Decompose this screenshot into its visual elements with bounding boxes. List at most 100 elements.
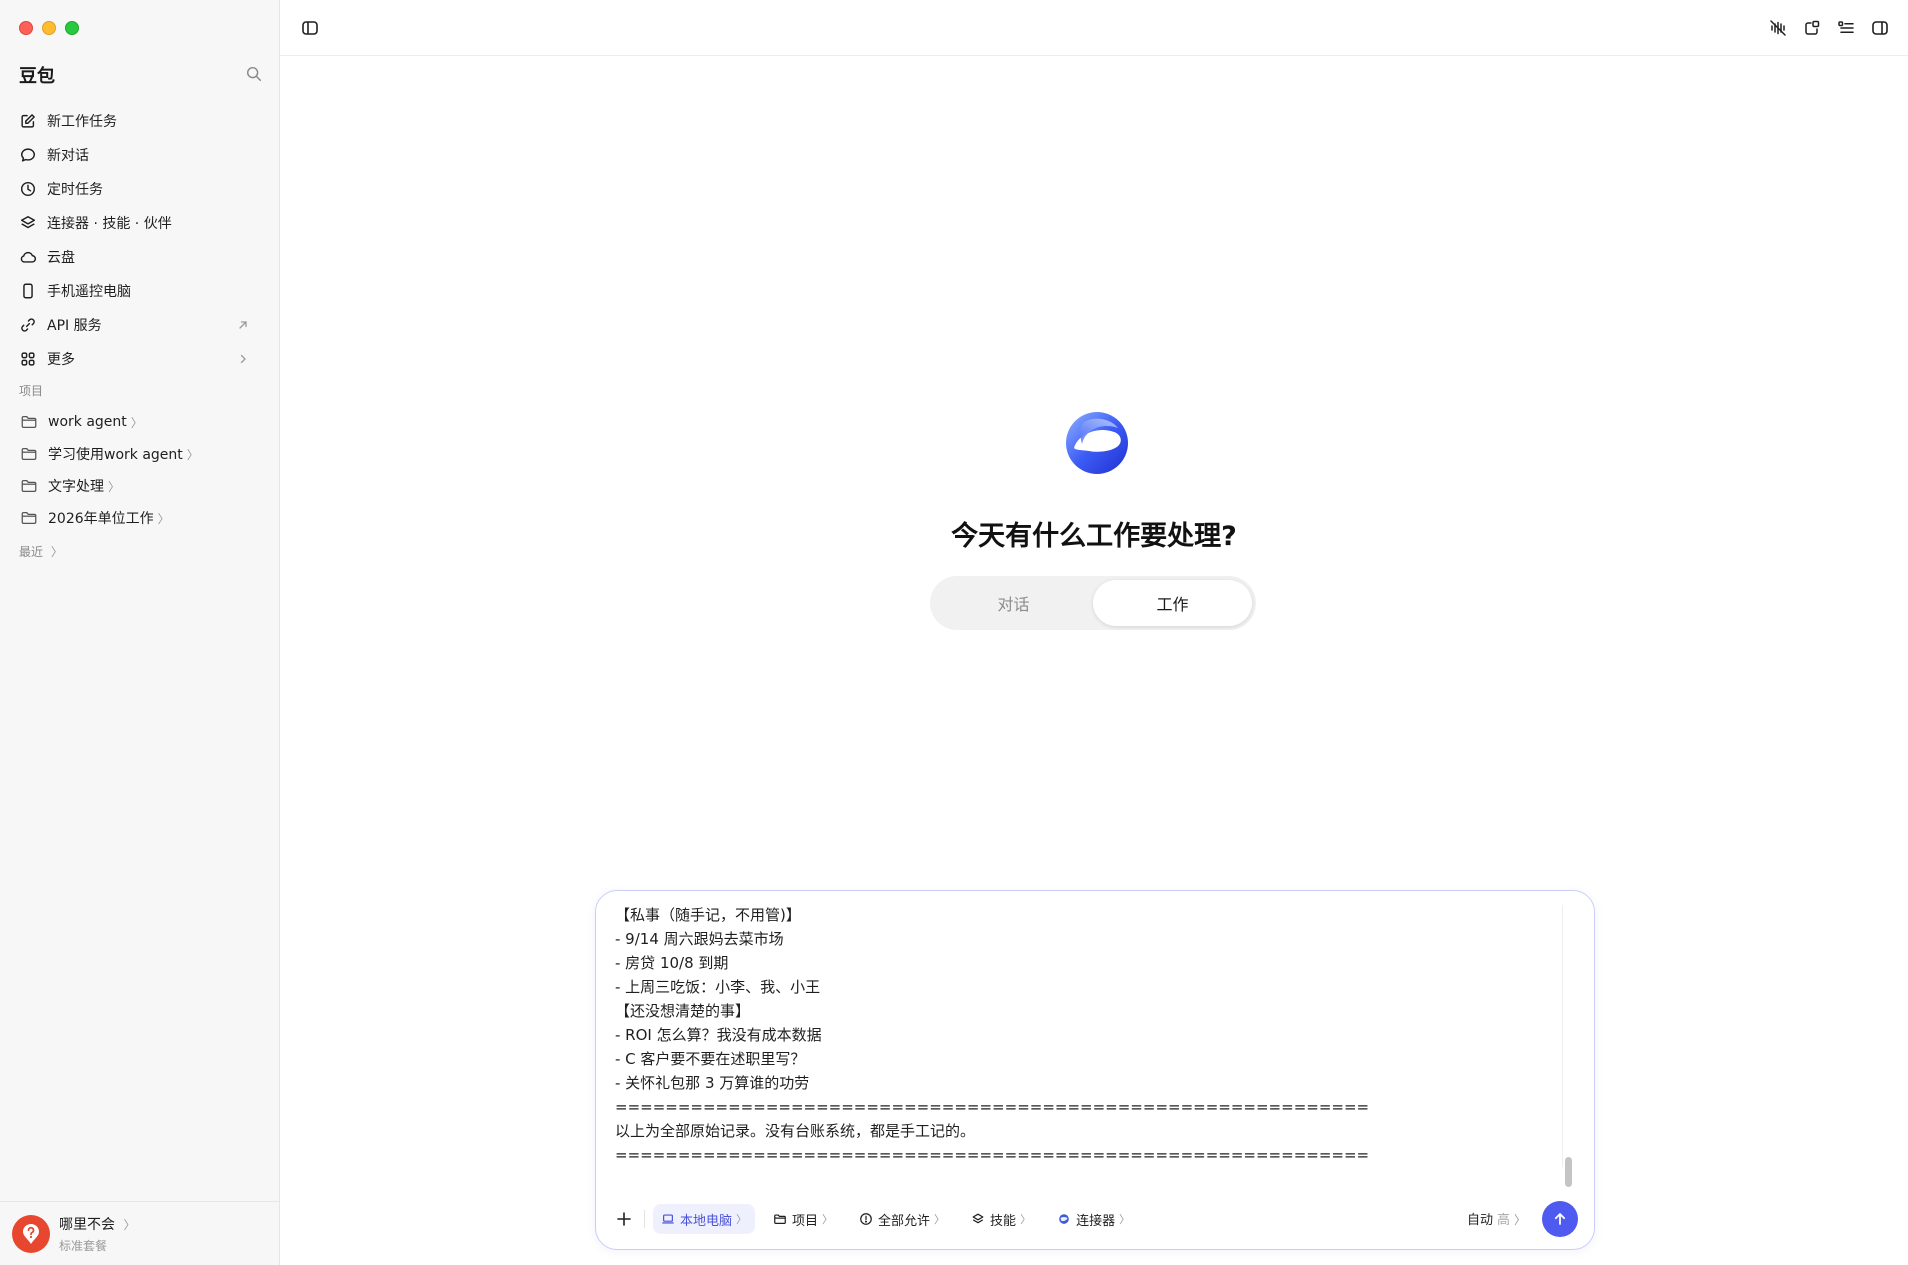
user-plan: 标准套餐	[59, 1238, 108, 1253]
chip-local-computer[interactable]: 本地电脑 〉	[653, 1204, 756, 1234]
projects-section-label: 项目	[19, 384, 44, 398]
app-window: 豆包 新工作任务 新对话 定时任务 连接器 · 技能 · 伙伴 云盘 手机遥控电…	[0, 0, 1908, 1265]
nav-connectors-skills[interactable]: 连接器 · 技能 · 伙伴	[12, 206, 268, 240]
layers-icon	[20, 215, 36, 229]
project-label: 文字处理	[48, 479, 104, 495]
tab-work[interactable]: 工作	[1093, 580, 1252, 626]
nav-label: 手机遥控电脑	[47, 284, 131, 300]
chip-label: 项目	[792, 1213, 819, 1229]
project-item[interactable]: 文字处理 〉	[12, 470, 268, 502]
top-bar	[280, 0, 1908, 56]
input-scrollbar-thumb[interactable]	[1565, 1157, 1572, 1187]
edit-icon	[21, 114, 35, 128]
tab-chat[interactable]: 对话	[934, 580, 1093, 626]
chip-connectors[interactable]: 连接器 〉	[1049, 1204, 1138, 1234]
chevron-right-icon: 〉	[108, 479, 121, 494]
phone-icon	[23, 283, 33, 299]
clock-icon	[20, 181, 36, 197]
alert-circle-icon	[860, 1213, 872, 1225]
folder-icon	[21, 511, 37, 525]
chevron-right-icon: 〉	[123, 1217, 136, 1232]
nav-label: 云盘	[47, 250, 75, 266]
new-window-icon[interactable]	[1802, 18, 1822, 38]
minimize-window-button[interactable]	[42, 21, 56, 35]
nav-new-chat[interactable]: 新对话	[12, 138, 268, 172]
nav-label: 新工作任务	[47, 114, 117, 130]
layers-icon	[972, 1213, 984, 1224]
chevron-right-icon: 〉	[822, 1213, 834, 1226]
add-attachment-button[interactable]	[610, 1205, 638, 1233]
project-label: 学习使用work agent	[48, 447, 183, 463]
arrow-up-icon	[1554, 1213, 1566, 1225]
message-composer: 【私事（随手记，不用管)】 - 9/14 周六跟妈去菜市场 - 房贷 10/8 …	[595, 890, 1595, 1250]
user-name: 哪里不会	[59, 1216, 115, 1233]
send-button[interactable]	[1542, 1201, 1578, 1237]
greeting-heading: 今天有什么工作要处理?	[951, 521, 1237, 552]
search-icon[interactable]	[245, 65, 263, 83]
voice-off-icon[interactable]	[1768, 18, 1788, 38]
nav-label: 新对话	[47, 148, 89, 164]
chevron-right-icon: 〉	[736, 1213, 748, 1226]
question-mascot-icon	[23, 1223, 39, 1244]
right-panel-toggle-icon[interactable]	[1870, 18, 1890, 38]
chevron-right-icon: 〉	[1513, 1213, 1526, 1227]
main-area: 今天有什么工作要处理? 对话 工作 【私事（随手记，不用管)】 - 9/14 周…	[280, 0, 1908, 1265]
mode-level-selector[interactable]: 自动高〉	[1467, 1209, 1526, 1228]
input-scrollbar-track[interactable]	[1562, 905, 1574, 1167]
message-input[interactable]: 【私事（随手记，不用管)】 - 9/14 周六跟妈去菜市场 - 房贷 10/8 …	[615, 903, 1555, 1173]
chevron-right-icon: 〉	[50, 545, 63, 559]
chevron-right-icon	[240, 354, 246, 364]
user-name-row: 哪里不会 〉	[59, 1214, 135, 1234]
chip-label: 全部允许	[878, 1213, 931, 1229]
user-info: 哪里不会 〉 标准套餐	[59, 1214, 135, 1254]
chevron-right-icon: 〉	[130, 415, 143, 430]
recent-label: 最近	[19, 545, 44, 559]
chevron-right-icon: 〉	[157, 511, 170, 526]
mode-switch: 对话 工作	[930, 576, 1256, 630]
folder-icon	[21, 415, 37, 429]
window-controls	[19, 21, 79, 35]
laptop-icon	[662, 1214, 674, 1224]
chevron-right-icon: 〉	[1020, 1213, 1032, 1226]
project-item[interactable]: 学习使用work agent 〉	[12, 438, 268, 470]
chip-permissions[interactable]: 全部允许 〉	[851, 1204, 953, 1234]
mode-label: 自动	[1466, 1213, 1493, 1228]
nav-phone-remote[interactable]: 手机遥控电脑	[12, 274, 268, 308]
chevron-right-icon: 〉	[934, 1213, 946, 1226]
chat-bubble-icon	[20, 148, 36, 162]
sidebar: 豆包 新工作任务 新对话 定时任务 连接器 · 技能 · 伙伴 云盘 手机遥控电…	[0, 0, 280, 1265]
nav-new-work-task[interactable]: 新工作任务	[12, 104, 268, 138]
chip-label: 技能	[990, 1213, 1017, 1229]
nav-cloud-drive[interactable]: 云盘	[12, 240, 268, 274]
external-arrow-icon	[239, 321, 247, 329]
chip-label: 连接器	[1076, 1213, 1116, 1229]
project-item[interactable]: work agent 〉	[12, 406, 268, 438]
chip-skills[interactable]: 技能 〉	[963, 1204, 1039, 1234]
sidebar-toggle-icon[interactable]	[300, 18, 320, 38]
app-brand: 豆包	[19, 66, 55, 87]
chip-label: 本地电脑	[680, 1213, 733, 1229]
folder-icon	[21, 447, 37, 461]
composer-toolbar: 本地电脑 〉 项目 〉 全部允许 〉 技能 〉 连接器 〉 自动 高 〉	[610, 1201, 1580, 1237]
project-label: 2026年单位工作	[48, 511, 154, 527]
grid-icon	[21, 352, 35, 366]
nav-label: 连接器 · 技能 · 伙伴	[47, 216, 172, 232]
toolbar-divider	[644, 1210, 645, 1228]
task-list-icon[interactable]	[1836, 18, 1856, 38]
doubao-logo-icon	[1066, 412, 1128, 474]
nav-label: 更多	[47, 352, 75, 368]
user-profile[interactable]: 哪里不会 〉 标准套餐	[0, 1201, 280, 1265]
project-item[interactable]: 2026年单位工作 〉	[12, 502, 268, 534]
recent-section-toggle[interactable]: 最近 〉	[19, 543, 63, 560]
nav-scheduled-tasks[interactable]: 定时任务	[12, 172, 268, 206]
zoom-window-button[interactable]	[65, 21, 79, 35]
plus-icon	[617, 1212, 631, 1226]
cloud-icon	[20, 251, 37, 263]
folder-icon	[21, 479, 37, 493]
nav-label: 定时任务	[47, 182, 103, 198]
nav-api-service[interactable]: API 服务	[12, 308, 268, 342]
chip-project[interactable]: 项目 〉	[765, 1204, 841, 1234]
sidebar-nav: 新工作任务 新对话 定时任务 连接器 · 技能 · 伙伴 云盘 手机遥控电脑 A…	[12, 104, 268, 376]
close-window-button[interactable]	[19, 21, 33, 35]
nav-more[interactable]: 更多	[12, 342, 268, 376]
